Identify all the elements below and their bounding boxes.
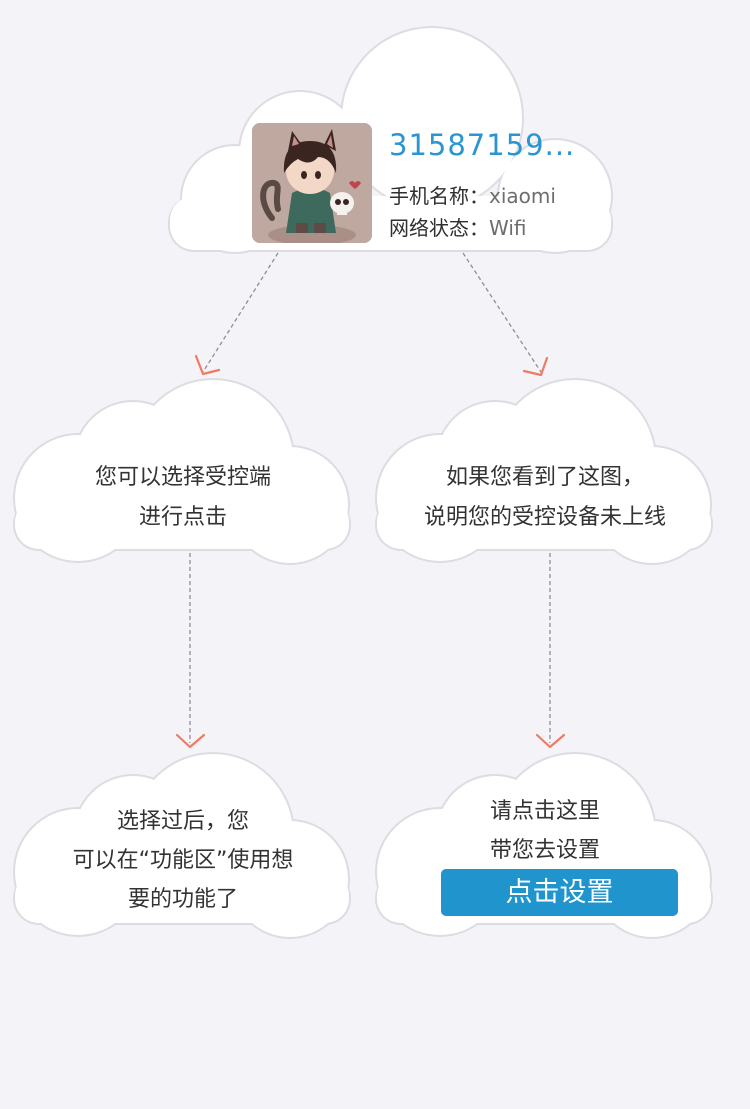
select-hint-line-2: 进行点击 — [138, 505, 227, 530]
device-avatar[interactable] — [252, 123, 372, 243]
avatar-illustration-icon — [252, 123, 372, 243]
settings-hint-line-1: 请点击这里 — [489, 799, 600, 824]
settings-hint-line-2: 带您去设置 — [489, 838, 600, 863]
offline-hint-line-1: 如果您看到了这图， — [445, 465, 644, 490]
select-hint-line-1: 您可以选择受控端 — [94, 465, 271, 490]
device-name[interactable]: 31587159... — [389, 128, 575, 162]
setup-button[interactable]: 点击设置 — [441, 869, 678, 916]
arrow-down-icon — [522, 356, 549, 377]
diagram-layer — [13, 26, 713, 939]
phone-name-label: 手机名称： — [389, 184, 489, 208]
after-select-hint-text: 选择过后，您 可以在“功能区”使用想 要的功能了 — [13, 802, 353, 919]
phone-name-row: 手机名称：xiaomi — [389, 180, 556, 209]
page: 31587159... 手机名称：xiaomi 网络状态：Wifi 您可以选择受… — [0, 0, 750, 1109]
connector-right-top — [462, 252, 542, 373]
after-select-hint-line-1: 选择过后，您 — [116, 809, 249, 834]
phone-name-value: xiaomi — [489, 184, 556, 208]
network-status-value: Wifi — [489, 216, 527, 240]
network-status-row: 网络状态：Wifi — [389, 212, 527, 241]
after-select-hint-line-2: 可以在“功能区”使用想 — [72, 848, 294, 873]
settings-hint-text: 请点击这里 带您去设置 — [375, 792, 715, 870]
arrow-down-icon — [194, 354, 221, 376]
after-select-hint-line-3: 要的功能了 — [127, 887, 238, 912]
connector-left-top — [202, 252, 279, 373]
offline-hint-line-2: 说明您的受控设备未上线 — [423, 505, 666, 530]
network-status-label: 网络状态： — [389, 216, 489, 240]
select-hint-text: 您可以选择受控端 进行点击 — [13, 458, 353, 538]
offline-hint-text: 如果您看到了这图， 说明您的受控设备未上线 — [375, 458, 715, 538]
